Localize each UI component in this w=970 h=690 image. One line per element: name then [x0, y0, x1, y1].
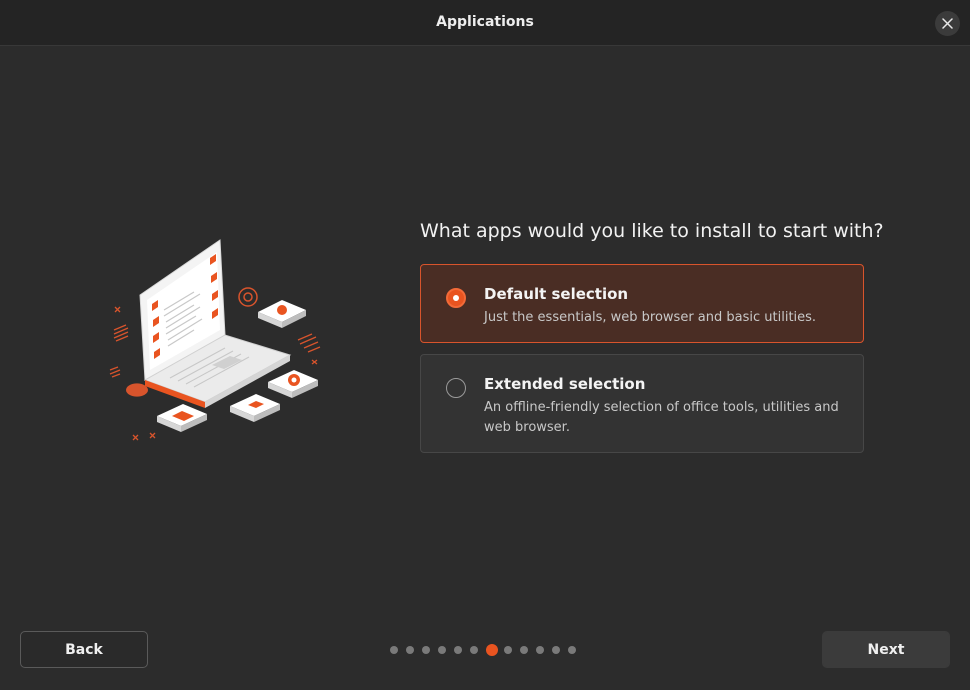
- laptop-apps-illustration: [109, 239, 321, 441]
- progress-dot: [536, 646, 544, 654]
- title-bar: Applications: [0, 0, 970, 46]
- close-icon: [942, 18, 953, 29]
- progress-dot: [470, 646, 478, 654]
- option-title: Extended selection: [484, 375, 646, 393]
- progress-dot: [568, 646, 576, 654]
- next-button[interactable]: Next: [822, 631, 950, 668]
- progress-dot: [552, 646, 560, 654]
- option-description: Just the essentials, web browser and bas…: [484, 310, 817, 325]
- default-selection-option[interactable]: Default selection Just the essentials, w…: [420, 264, 864, 343]
- progress-dot: [504, 646, 512, 654]
- progress-dot: [406, 646, 414, 654]
- close-button[interactable]: [935, 11, 960, 36]
- progress-dot-active: [486, 644, 498, 656]
- progress-dot: [520, 646, 528, 654]
- option-description: An offline-friendly selection of office …: [484, 400, 839, 435]
- back-button[interactable]: Back: [20, 631, 148, 668]
- progress-dot: [390, 646, 398, 654]
- extended-selection-option[interactable]: Extended selection An offline-friendly s…: [420, 354, 864, 453]
- radio-selected-icon[interactable]: [446, 288, 466, 308]
- progress-dot: [422, 646, 430, 654]
- radio-unselected-icon[interactable]: [446, 378, 466, 398]
- option-title: Default selection: [484, 285, 629, 303]
- window-title: Applications: [436, 14, 534, 30]
- progress-dot: [454, 646, 462, 654]
- question-heading: What apps would you like to install to s…: [420, 220, 884, 242]
- progress-dot: [438, 646, 446, 654]
